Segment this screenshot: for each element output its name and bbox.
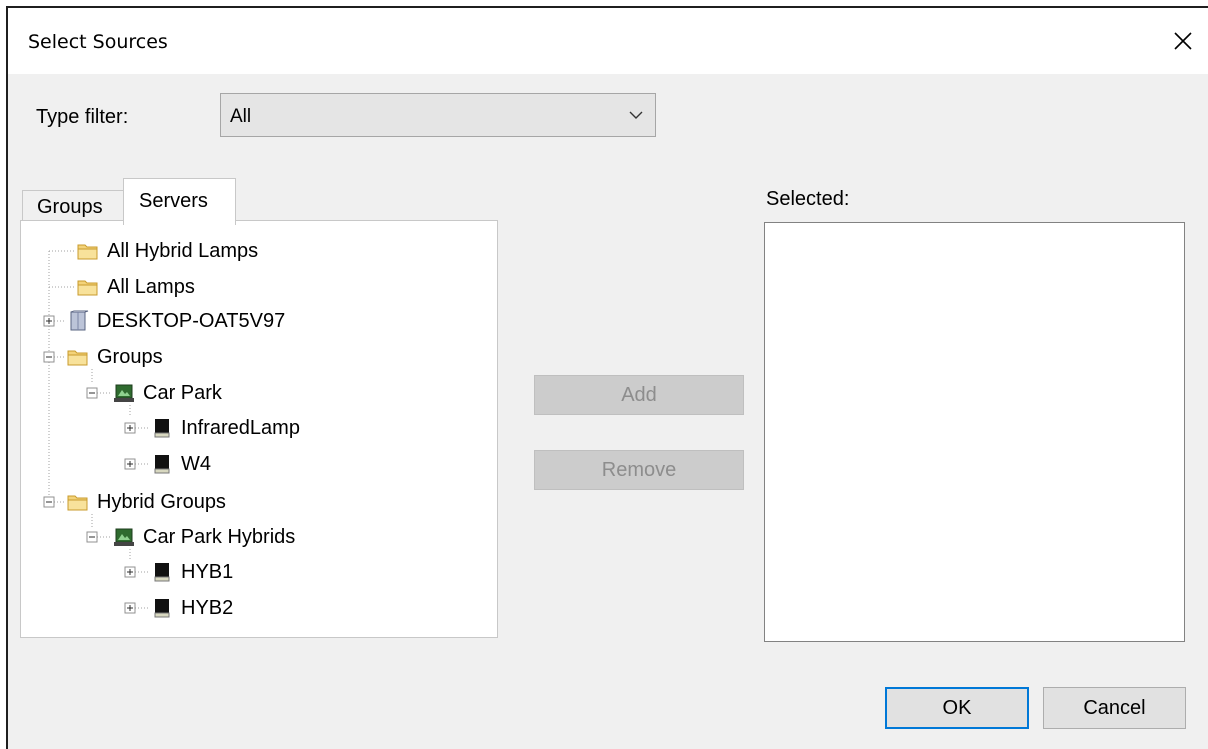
type-filter-dropdown[interactable]: All	[220, 93, 656, 137]
server-icon	[70, 310, 89, 331]
type-filter-value: All	[230, 106, 252, 127]
tree-item-label: Groups	[97, 345, 163, 368]
tab-servers-label: Servers	[139, 190, 208, 212]
group-icon	[114, 384, 134, 402]
tree-item-infraredlamp[interactable]: InfraredLamp	[151, 413, 300, 443]
tree-item-desktop-server[interactable]: DESKTOP-OAT5V97	[67, 306, 285, 336]
folder-icon	[67, 350, 88, 366]
title-bar: Select Sources	[8, 8, 1208, 74]
lamp-icon	[154, 599, 170, 618]
select-sources-dialog: Select Sources Type filter: All Groups S…	[6, 6, 1208, 749]
tree-item-car-park-hybrids[interactable]: Car Park Hybrids	[113, 522, 295, 552]
tree-item-w4[interactable]: W4	[151, 449, 211, 479]
close-icon	[1174, 32, 1192, 50]
tab-groups-label: Groups	[37, 196, 103, 218]
chevron-down-icon	[629, 111, 643, 119]
type-filter-label: Type filter:	[36, 106, 129, 128]
lamp-icon	[154, 419, 170, 438]
tree-item-label: Car Park Hybrids	[143, 525, 296, 548]
folder-icon	[67, 495, 88, 511]
add-button[interactable]: Add	[534, 375, 744, 415]
tree-item-hybrid-groups[interactable]: Hybrid Groups	[67, 487, 226, 517]
ok-button[interactable]: OK	[885, 687, 1029, 729]
tree-item-label: HYB2	[181, 596, 234, 619]
tree-item-label: DESKTOP-OAT5V97	[97, 309, 286, 332]
cancel-button[interactable]: Cancel	[1043, 687, 1186, 729]
tree-item-hyb1[interactable]: HYB1	[151, 557, 233, 587]
remove-button[interactable]: Remove	[534, 450, 744, 490]
tree-item-hyb2[interactable]: HYB2	[151, 593, 233, 623]
folder-icon	[77, 244, 98, 260]
tree-item-all-lamps[interactable]: All Lamps	[77, 272, 195, 302]
tab-groups[interactable]: Groups	[22, 190, 124, 224]
tree-item-label: W4	[181, 452, 211, 475]
selected-list[interactable]	[764, 222, 1185, 642]
tree-item-label: InfraredLamp	[181, 416, 300, 439]
tree-item-label: Hybrid Groups	[97, 490, 226, 513]
folder-icon	[77, 280, 98, 296]
close-button[interactable]	[1168, 26, 1198, 56]
dialog-title: Select Sources	[28, 31, 168, 53]
tree-item-label: Car Park	[143, 381, 222, 404]
tab-servers[interactable]: Servers	[123, 178, 236, 225]
selected-label: Selected:	[766, 188, 850, 210]
tree-item-label: All Lamps	[107, 275, 195, 298]
tree-item-all-hybrid-lamps[interactable]: All Hybrid Lamps	[77, 236, 258, 266]
tree-item-label: All Hybrid Lamps	[107, 239, 259, 262]
group-icon	[114, 528, 134, 546]
tree-item-label: HYB1	[181, 560, 234, 583]
lamp-icon	[154, 563, 170, 582]
lamp-icon	[154, 455, 170, 474]
tree-item-groups[interactable]: Groups	[67, 342, 163, 372]
source-tree[interactable]: All Hybrid Lamps All Lamps DESKTOP-OAT5V…	[20, 220, 498, 638]
tree-item-car-park[interactable]: Car Park	[113, 378, 222, 408]
